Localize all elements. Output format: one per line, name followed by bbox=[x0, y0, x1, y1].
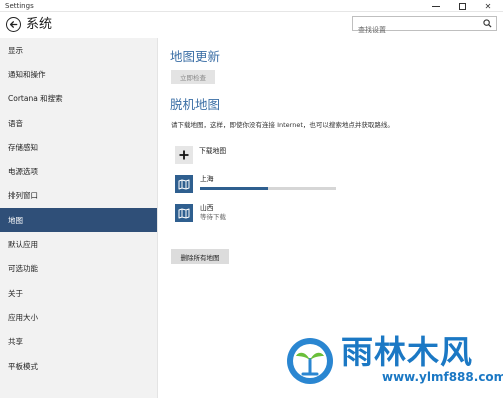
plus-icon bbox=[175, 146, 193, 164]
download-maps-label: 下载地图 bbox=[199, 147, 227, 155]
watermark-logo bbox=[287, 338, 333, 384]
sidebar-item-maps[interactable]: 地图 bbox=[0, 208, 157, 233]
sidebar-item-label: 平板模式 bbox=[8, 361, 38, 371]
sidebar-item-about[interactable]: 关于 bbox=[0, 281, 157, 305]
sidebar-item-default-apps[interactable]: 默认应用 bbox=[0, 232, 157, 256]
map-icon bbox=[175, 204, 193, 222]
window-title-bar: Settings ✕ bbox=[0, 0, 503, 12]
sidebar-item-label: 电源选项 bbox=[8, 167, 38, 177]
map-name: 山西 bbox=[200, 204, 214, 212]
sidebar-item-display[interactable]: 显示 bbox=[0, 38, 157, 62]
download-progress-fill bbox=[200, 187, 268, 190]
download-maps-button[interactable]: 下载地图 bbox=[175, 146, 226, 164]
sidebar-item-notifications[interactable]: 通知和操作 bbox=[0, 62, 157, 86]
sidebar-item-app-size[interactable]: 应用大小 bbox=[0, 305, 157, 329]
delete-all-maps-button[interactable]: 删除所有地图 bbox=[171, 249, 229, 264]
map-status: 等待下载 bbox=[200, 213, 226, 221]
map-name: 上海 bbox=[200, 175, 214, 183]
map-item-shanxi[interactable]: 山西 等待下载 bbox=[175, 204, 226, 222]
search-input[interactable] bbox=[353, 23, 478, 37]
map-icon bbox=[175, 175, 193, 193]
sidebar-item-label: Cortana 和搜索 bbox=[8, 94, 63, 104]
page-title: 系统 bbox=[26, 17, 53, 32]
maximize-icon bbox=[458, 2, 466, 10]
sidebar-item-storage[interactable]: 存储感知 bbox=[0, 135, 157, 159]
offline-maps-description: 请下载地图，这样，即使你没有连接 Internet，也可以搜索地点并获取路线。 bbox=[171, 121, 394, 129]
sidebar-item-label: 共享 bbox=[8, 337, 23, 347]
sidebar-item-speech[interactable]: 语音 bbox=[0, 111, 157, 135]
sidebar-item-label: 语音 bbox=[8, 118, 23, 128]
minimize-button[interactable] bbox=[423, 0, 449, 12]
sidebar-item-label: 存储感知 bbox=[8, 142, 38, 152]
sidebar-item-power[interactable]: 电源选项 bbox=[0, 159, 157, 183]
sidebar-item-label: 默认应用 bbox=[8, 240, 38, 250]
sidebar-item-label: 应用大小 bbox=[8, 312, 38, 322]
check-now-button[interactable]: 立即检查 bbox=[171, 70, 215, 84]
sidebar: 显示 通知和操作 Cortana 和搜索 语音 存储感知 电源选项 排列窗口 地… bbox=[0, 38, 158, 398]
sidebar-item-label: 排列窗口 bbox=[8, 191, 38, 201]
sidebar-item-tablet-mode[interactable]: 平板模式 bbox=[0, 354, 157, 378]
map-update-heading: 地图更新 bbox=[170, 49, 221, 64]
sidebar-item-label: 地图 bbox=[8, 215, 23, 225]
close-button[interactable]: ✕ bbox=[475, 0, 501, 12]
close-icon: ✕ bbox=[484, 1, 492, 11]
back-arrow-icon bbox=[9, 21, 18, 28]
map-item-shanghai[interactable]: 上海 bbox=[175, 175, 336, 193]
watermark-text: 雨林木风 bbox=[341, 333, 474, 371]
back-button[interactable] bbox=[6, 17, 21, 32]
sidebar-item-share[interactable]: 共享 bbox=[0, 330, 157, 354]
search-icon[interactable] bbox=[483, 19, 492, 28]
watermark-url: www.ylmf888.com bbox=[382, 370, 503, 384]
maximize-button[interactable] bbox=[449, 0, 475, 12]
sidebar-item-cortana[interactable]: Cortana 和搜索 bbox=[0, 87, 157, 111]
download-progress-bar bbox=[200, 187, 336, 190]
window-title: Settings bbox=[5, 2, 34, 10]
offline-maps-heading: 脱机地图 bbox=[170, 97, 221, 112]
sidebar-item-label: 显示 bbox=[8, 45, 23, 55]
sidebar-item-optional-features[interactable]: 可选功能 bbox=[0, 257, 157, 281]
search-box[interactable] bbox=[352, 16, 497, 37]
sidebar-item-label: 可选功能 bbox=[8, 264, 38, 274]
sidebar-item-label: 关于 bbox=[8, 288, 23, 298]
sidebar-item-label: 通知和操作 bbox=[8, 69, 46, 79]
watermark: 雨林木风 www.ylmf888.com bbox=[285, 330, 503, 400]
window-bottom-edge bbox=[0, 398, 503, 403]
sidebar-item-multitasking[interactable]: 排列窗口 bbox=[0, 184, 157, 208]
minimize-icon bbox=[432, 5, 440, 7]
